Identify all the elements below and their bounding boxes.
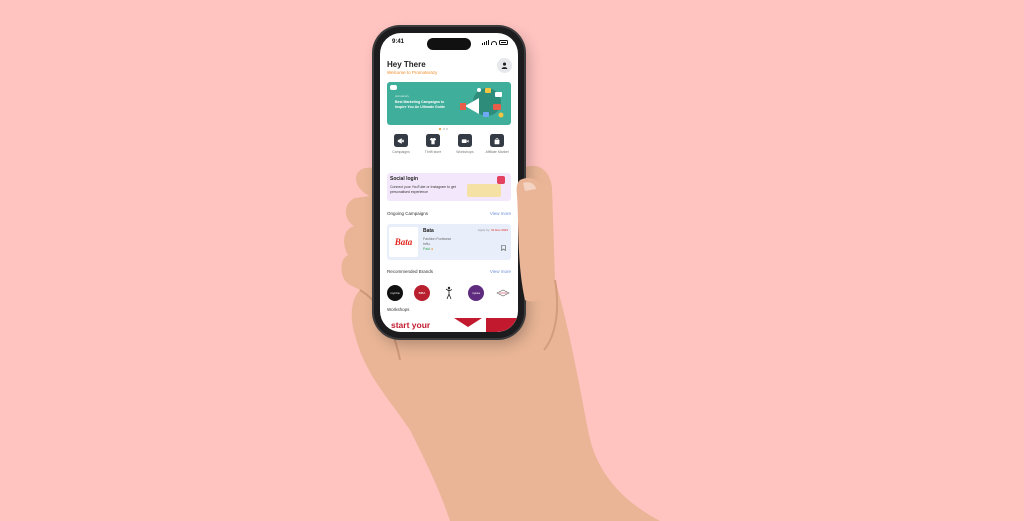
dancer-logo-icon (445, 286, 453, 300)
promo-banner[interactable]: promoterazy Best Marketing Campaigns to … (387, 82, 511, 125)
instagram-icon (497, 176, 505, 184)
quick-action-campaigns[interactable]: Campaigns (387, 134, 415, 154)
user-icon (501, 62, 508, 69)
section-title: Workshops (387, 307, 410, 312)
brand-figure-logo[interactable] (441, 285, 457, 301)
recommended-brands-header: Recommended Brands View more (387, 269, 511, 274)
promo-triangle (454, 318, 482, 327)
quick-action-label: Workshops (456, 150, 474, 154)
thumb (516, 177, 549, 302)
status-time: 9:41 (392, 39, 405, 45)
social-login-description: Connect your YouTube or Instagram to get… (390, 185, 456, 194)
social-login-card[interactable]: Social login Connect your YouTube or Ins… (387, 173, 511, 201)
fire-icon: ● (431, 247, 434, 251)
brand-logo: Bata (389, 227, 418, 257)
banner-tag-icon (390, 85, 397, 90)
quick-actions: Campaigns Thrift store Workshops Affilia… (387, 134, 511, 154)
phone-frame: 9:41 Hey There Welcome to Promoterazy pr… (374, 27, 524, 338)
banner-kicker: promoterazy (395, 95, 409, 98)
bata-logo: Bata (394, 237, 413, 247)
battery-icon (499, 40, 508, 45)
brand-biba[interactable]: BIBA (414, 285, 430, 301)
shirt-icon (426, 134, 440, 147)
social-card-illustration (467, 184, 501, 197)
quick-action-affiliate-market[interactable]: Affiliate Market (483, 134, 511, 154)
greeting-title: Hey There (387, 60, 426, 69)
quick-action-thrift-store[interactable]: Thrift store (419, 134, 447, 154)
greeting-subtitle: Welcome to Promoterazy (387, 70, 438, 75)
quick-action-label: Thrift store (424, 150, 442, 154)
profile-button[interactable] (497, 58, 512, 73)
greeting: Hey There Welcome to Promoterazy (387, 60, 437, 75)
campaign-apply-by: Apply by: 31 Dec 2023 (477, 228, 508, 232)
brand-myntra[interactable]: myntra (387, 285, 403, 301)
banner-title: Best Marketing Campaigns to Inspire You … (395, 100, 445, 109)
system-icons (482, 40, 508, 45)
shopping-bag-icon (490, 134, 504, 147)
megaphone-icon (394, 134, 408, 147)
social-login-title: Social login (390, 176, 419, 182)
app-screen: 9:41 Hey There Welcome to Promoterazy pr… (380, 33, 518, 332)
quick-action-workshops[interactable]: Workshops (451, 134, 479, 154)
megaphone-illustration (460, 88, 504, 118)
campaign-brand: Bata (423, 228, 434, 234)
wifi-icon (491, 40, 497, 45)
banner-dot-3[interactable] (446, 128, 448, 130)
workshops-header: Workshops (387, 307, 511, 312)
video-camera-icon (458, 134, 472, 147)
campaign-payment: Paid ● (423, 247, 434, 251)
banner-dot-1[interactable] (439, 128, 441, 130)
quick-action-label: Affiliate Market (485, 150, 509, 154)
quick-action-label: Campaigns (392, 150, 410, 154)
banner-dot-2[interactable] (442, 128, 445, 130)
brand-list: myntra BIBA nykaa (387, 285, 511, 301)
banner-pagination[interactable] (439, 128, 448, 130)
campaign-card[interactable]: Bata Bata Fashion Footwear Influ. Paid ●… (387, 224, 511, 260)
status-bar: 9:41 (390, 39, 508, 49)
workshop-promo-text: start your (391, 320, 431, 330)
ongoing-campaigns-header: Ongoing Campaigns View more (387, 211, 511, 216)
section-title: Ongoing Campaigns (387, 211, 429, 216)
campaign-role: Influ. (423, 242, 431, 246)
brand-nykaa[interactable]: nykaa (468, 285, 484, 301)
campaign-category: Fashion Footwear (423, 237, 452, 241)
signal-icon (482, 40, 489, 45)
section-title: Recommended Brands (387, 269, 434, 274)
workshop-promo-banner[interactable]: start your (380, 318, 518, 332)
promo-red-block (486, 318, 518, 332)
